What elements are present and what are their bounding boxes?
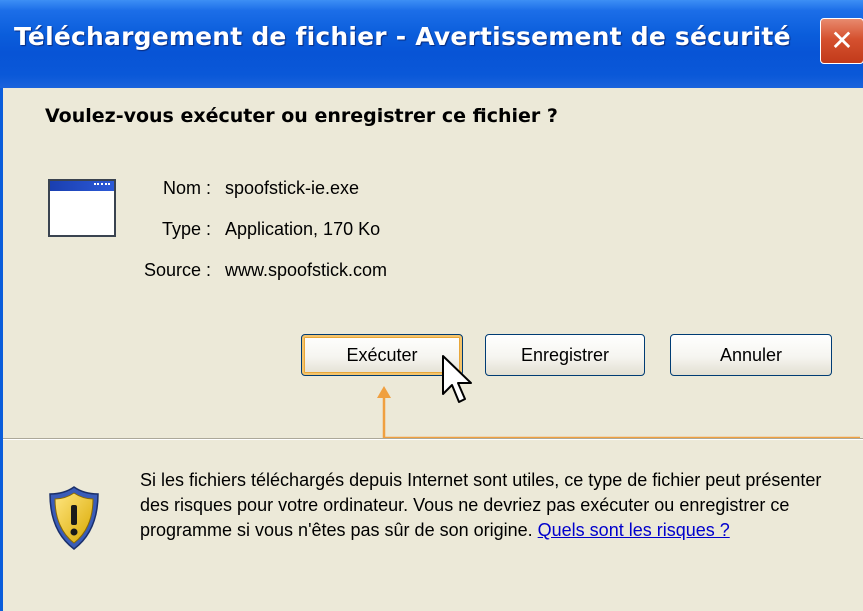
mouse-cursor-icon: [442, 355, 472, 403]
file-name-value: spoofstick-ie.exe: [225, 178, 360, 198]
dialog-body: Voulez-vous exécuter ou enregistrer ce f…: [0, 88, 863, 611]
file-name-label: Nom :: [162, 178, 211, 198]
application-window-icon: [48, 179, 116, 237]
risks-link[interactable]: Quels sont les risques ?: [538, 520, 730, 540]
run-button[interactable]: Exécuter: [301, 334, 463, 376]
section-divider: [3, 438, 863, 440]
security-shield-warning-icon: [49, 486, 99, 550]
file-download-dialog: Téléchargement de fichier - Avertissemen…: [0, 0, 863, 611]
file-source-label: Source :: [143, 260, 211, 280]
download-question: Voulez-vous exécuter ou enregistrer ce f…: [45, 105, 558, 127]
file-type-value: Application, 170 Ko: [225, 219, 381, 239]
close-button[interactable]: ✕: [820, 18, 863, 64]
save-button[interactable]: Enregistrer: [485, 334, 645, 376]
cancel-button[interactable]: Annuler: [670, 334, 832, 376]
close-icon: ✕: [830, 24, 854, 57]
window-title: Téléchargement de fichier - Avertissemen…: [14, 22, 791, 51]
file-type-label: Type :: [161, 219, 211, 239]
title-bar[interactable]: Téléchargement de fichier - Avertissemen…: [0, 0, 863, 89]
security-warning-text: Si les fichiers téléchargés depuis Inter…: [140, 468, 850, 543]
file-source-value: www.spoofstick.com: [225, 260, 388, 280]
